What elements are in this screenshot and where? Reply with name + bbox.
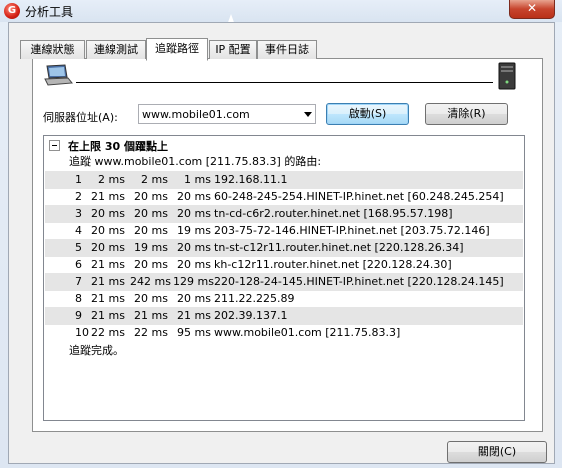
- hop-t3-latency: 1 ms: [184, 173, 211, 186]
- server-address-label: 伺服器位址(A):: [43, 111, 118, 124]
- trace-footer-row: 追蹤完成。: [45, 342, 523, 360]
- trace-hop-row[interactable]: 9 21 ms 21 ms 21 ms 202.39.137.1: [45, 307, 523, 325]
- hop-number: 4: [75, 224, 82, 237]
- hop-t2-latency: 242 ms: [130, 275, 171, 288]
- server-address-value: www.mobile01.com: [142, 108, 250, 121]
- hop-t1-latency: 21 ms: [91, 258, 125, 271]
- hop-host: 203-75-72-146.HINET-IP.hinet.net [203.75…: [214, 224, 490, 237]
- hop-t1-latency: 2 ms: [98, 173, 125, 186]
- hop-t1-latency: 21 ms: [91, 190, 125, 203]
- hop-t3-latency: 95 ms: [177, 326, 211, 339]
- hop-number: 3: [75, 207, 82, 220]
- title-bar[interactable]: G 分析工具 ✕: [0, 0, 562, 22]
- trace-intro-row: 追蹤 www.mobile01.com [211.75.83.3] 的路由:: [45, 153, 523, 171]
- hop-t1-latency: 21 ms: [91, 275, 125, 288]
- hop-t2-latency: 21 ms: [134, 309, 168, 322]
- tab-trace-route[interactable]: 追蹤路徑: [146, 38, 208, 61]
- server-address-combobox[interactable]: www.mobile01.com: [138, 104, 316, 124]
- hop-t2-latency: 2 ms: [141, 173, 168, 186]
- trace-hop-row[interactable]: 7 21 ms 242 ms 129 ms 220-128-24-145.HINET-I…: [45, 273, 523, 291]
- hop-host: 220-128-24-145.HINET-IP.hinet.net [220.1…: [214, 275, 504, 288]
- hop-t3-latency: 20 ms: [177, 292, 211, 305]
- hop-number: 10: [75, 326, 89, 339]
- hop-t2-latency: 20 ms: [134, 258, 168, 271]
- hop-t1-latency: 22 ms: [91, 326, 125, 339]
- hop-t3-latency: 19 ms: [177, 224, 211, 237]
- hop-t3-latency: 20 ms: [177, 207, 211, 220]
- app-icon: G: [4, 3, 20, 19]
- close-button[interactable]: 關閉(C): [447, 441, 547, 463]
- hop-host: www.mobile01.com [211.75.83.3]: [214, 326, 401, 339]
- hop-t3-latency: 20 ms: [177, 190, 211, 203]
- trace-complete-text: 追蹤完成。: [69, 344, 124, 357]
- hop-host: 60-248-245-254.HINET-IP.hinet.net [60.24…: [214, 190, 504, 203]
- trace-result-list[interactable]: 在上限 30 個躍點上 追蹤 www.mobile01.com [211.75.…: [43, 135, 525, 421]
- window-close-button[interactable]: ✕: [509, 0, 555, 19]
- hop-host: 211.22.225.89: [214, 292, 295, 305]
- tab-connection-test[interactable]: 連線測試: [86, 40, 146, 59]
- tab-connection-status[interactable]: 連線狀態: [20, 40, 85, 59]
- tab-event-log[interactable]: 事件日誌: [257, 40, 317, 59]
- hop-t2-latency: 20 ms: [134, 190, 168, 203]
- hop-t2-latency: 22 ms: [134, 326, 168, 339]
- window-title: 分析工具: [25, 5, 74, 19]
- server-icon: [498, 62, 516, 90]
- hop-t1-latency: 20 ms: [91, 224, 125, 237]
- hop-t1-latency: 21 ms: [91, 292, 125, 305]
- trace-hop-row[interactable]: 1 2 ms 2 ms 1 ms 192.168.11.1: [45, 171, 523, 189]
- hop-t2-latency: 20 ms: [134, 224, 168, 237]
- trace-intro-text: 追蹤 www.mobile01.com [211.75.83.3] 的路由:: [69, 155, 322, 168]
- trace-hop-row[interactable]: 4 20 ms 20 ms 19 ms 203-75-72-146.HINET-IP.h…: [45, 222, 523, 240]
- hop-t1-latency: 20 ms: [91, 207, 125, 220]
- hop-number: 6: [75, 258, 82, 271]
- trace-hop-row[interactable]: 2 21 ms 20 ms 20 ms 60-248-245-254.HINET-IP.…: [45, 188, 523, 206]
- trace-hop-row[interactable]: 10 22 ms 22 ms 95 ms www.mobile01.com [211.7…: [45, 324, 523, 342]
- collapse-toggle-icon[interactable]: [49, 140, 60, 151]
- hop-t3-latency: 21 ms: [177, 309, 211, 322]
- hop-number: 2: [75, 190, 82, 203]
- hop-number: 1: [75, 173, 82, 186]
- trace-hop-row[interactable]: 8 21 ms 20 ms 20 ms 211.22.225.89: [45, 290, 523, 308]
- hop-host: tn-cd-c6r2.router.hinet.net [168.95.57.1…: [214, 207, 453, 220]
- tab-ip-config[interactable]: IP 配置: [209, 40, 257, 59]
- hop-host: 202.39.137.1: [214, 309, 288, 322]
- hop-host: tn-st-c12r11.router.hinet.net [220.128.2…: [214, 241, 464, 254]
- hop-number: 7: [75, 275, 82, 288]
- hop-t3-latency: 20 ms: [177, 241, 211, 254]
- hop-host: 192.168.11.1: [214, 173, 288, 186]
- laptop-icon: [44, 64, 73, 86]
- hop-t1-latency: 21 ms: [91, 309, 125, 322]
- hop-t2-latency: 19 ms: [134, 241, 168, 254]
- hop-number: 5: [75, 241, 82, 254]
- analysis-tool-window: G 分析工具 ✕ 連線狀態 連線測試 追蹤路徑 IP 配置 事件日誌 伺服器位址…: [0, 0, 562, 468]
- hop-number: 8: [75, 292, 82, 305]
- hop-t1-latency: 20 ms: [91, 241, 125, 254]
- clear-button[interactable]: 清除(R): [425, 103, 508, 125]
- connection-line: [76, 82, 493, 83]
- hop-t3-latency: 20 ms: [177, 258, 211, 271]
- hop-number: 9: [75, 309, 82, 322]
- trace-hop-row[interactable]: 6 21 ms 20 ms 20 ms kh-c12r11.router.hinet.n…: [45, 256, 523, 274]
- hop-t2-latency: 20 ms: [134, 292, 168, 305]
- hop-t3-latency: 129 ms: [173, 275, 214, 288]
- trace-hop-row[interactable]: 3 20 ms 20 ms 20 ms tn-cd-c6r2.router.hinet.…: [45, 205, 523, 223]
- trace-hop-row[interactable]: 5 20 ms 19 ms 20 ms tn-st-c12r11.router.hine…: [45, 239, 523, 257]
- result-group-header: 在上限 30 個躍點上: [68, 140, 168, 153]
- chevron-down-icon[interactable]: [304, 112, 312, 117]
- hop-host: kh-c12r11.router.hinet.net [220.128.24.3…: [214, 258, 452, 271]
- start-button[interactable]: 啟動(S): [326, 103, 409, 125]
- hop-t2-latency: 20 ms: [134, 207, 168, 220]
